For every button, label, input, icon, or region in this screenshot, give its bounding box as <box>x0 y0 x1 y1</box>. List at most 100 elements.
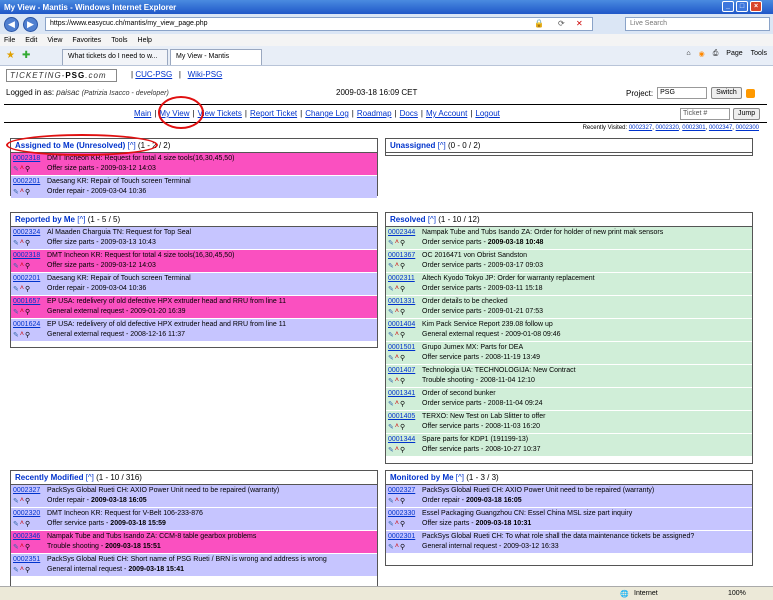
link-cuc-psg[interactable]: CUC-PSG <box>135 70 172 79</box>
switch-button[interactable]: Switch <box>711 87 742 99</box>
edit-pencil-icon[interactable]: ✎ <box>13 543 19 551</box>
ticket-summary[interactable]: TERXO: New Test on Lab Slitter to offer <box>422 413 545 420</box>
ticket-row[interactable]: 0002327 ✎ ˄ ⚲ PackSys Global Rueti CH: AXI… <box>386 485 752 508</box>
edit-pencil-icon[interactable]: ✎ <box>13 239 19 247</box>
ticket-summary[interactable]: Grupo Jumex MX: Parts for DEA <box>422 344 523 351</box>
ticket-summary[interactable]: PackSys Global Rueti CH: AXIO Power Unit… <box>47 487 279 494</box>
menu-edit[interactable]: Edit <box>25 37 37 44</box>
ticket-summary[interactable]: Altech Kyodo Tokyo JP: Order for warrant… <box>422 275 595 282</box>
ticket-row[interactable]: 0001407 ✎ ˄ ⚲ Technologia UA: TECHNOLOGIJA… <box>386 365 752 388</box>
box-nav-link[interactable]: [^] <box>456 473 464 482</box>
zoom-level[interactable]: 100% <box>728 590 746 597</box>
edit-pencil-icon[interactable]: ✎ <box>388 239 394 247</box>
address-field[interactable]: https://www.easycuc.ch/mantis/my_view_pa… <box>45 17 593 31</box>
edit-pencil-icon[interactable]: ✎ <box>388 331 394 339</box>
ticket-row[interactable]: 0002351 ✎ ˄ ⚲ PackSys Global Rueti CH: Sho… <box>11 554 377 577</box>
ticket-row[interactable]: 0002318 ✎ ˄ ⚲ DMT Incheon KR: Request for … <box>11 153 377 176</box>
menu-favorites[interactable]: Favorites <box>72 37 101 44</box>
edit-pencil-icon[interactable]: ✎ <box>388 497 394 505</box>
edit-pencil-icon[interactable]: ✎ <box>13 188 19 196</box>
edit-pencil-icon[interactable]: ✎ <box>388 377 394 385</box>
ticket-id-link[interactable]: 0002301 <box>388 533 415 540</box>
edit-pencil-icon[interactable]: ✎ <box>13 165 19 173</box>
recent-link[interactable]: 0002347 <box>709 125 732 131</box>
ticket-row[interactable]: 0002344 ✎ ˄ ⚲ Nampak Tube and Tubs Isando … <box>386 227 752 250</box>
edit-pencil-icon[interactable]: ✎ <box>13 308 19 316</box>
ticket-row[interactable]: 0002320 ✎ ˄ ⚲ DMT Incheon KR: Request for … <box>11 508 377 531</box>
page-menu[interactable]: Page <box>726 50 742 58</box>
ticket-id-link[interactable]: 0002201 <box>13 178 40 185</box>
ticket-id-link[interactable]: 0001367 <box>388 252 415 259</box>
ticket-summary[interactable]: Order of second bunker <box>422 390 496 397</box>
ticket-id-link[interactable]: 0001501 <box>388 344 415 351</box>
box-nav-link[interactable]: [^] <box>77 215 85 224</box>
ticket-row[interactable]: 0002346 ✎ ˄ ⚲ Nampak Tube and Tubs Isando … <box>11 531 377 554</box>
ticket-id-link[interactable]: 0002201 <box>13 275 40 282</box>
ticket-id-link[interactable]: 0001344 <box>388 436 415 443</box>
ticket-summary[interactable]: EP USA: redelivery of old defective HPX … <box>47 298 286 305</box>
edit-pencil-icon[interactable]: ✎ <box>388 354 394 362</box>
edit-pencil-icon[interactable]: ✎ <box>388 262 394 270</box>
menu-help[interactable]: Help <box>138 37 152 44</box>
ticket-row[interactable]: 0001405 ✎ ˄ ⚲ TERXO: New Test on Lab Slitt… <box>386 411 752 434</box>
tab-what-tickets[interactable]: What tickets do I need to w... <box>62 49 168 65</box>
edit-pencil-icon[interactable]: ✎ <box>13 331 19 339</box>
ticket-summary[interactable]: Nampak Tube and Tubs Isando ZA: Order fo… <box>422 229 663 236</box>
recent-link[interactable]: 0002320 <box>656 125 679 131</box>
ticket-id-link[interactable]: 0002351 <box>13 556 40 563</box>
ticket-row[interactable]: 0001624 ✎ ˄ ⚲ EP USA: redelivery of old de… <box>11 319 377 342</box>
ticketing-logo[interactable]: TICKETING-PSG.com <box>6 69 117 82</box>
ticket-summary[interactable]: PackSys Global Rueti CH: AXIO Power Unit… <box>422 487 654 494</box>
ticket-id-link[interactable]: 0001657 <box>13 298 40 305</box>
ticket-row[interactable]: 0001344 ✎ ˄ ⚲ Spare parts for KDP1 (191199… <box>386 434 752 457</box>
refresh-icon[interactable]: ⟳ <box>558 19 565 28</box>
jump-button[interactable]: Jump <box>733 108 761 120</box>
menu-change-log[interactable]: Change Log <box>305 109 349 118</box>
ticket-id-link[interactable]: 0002344 <box>388 229 415 236</box>
ticket-number-input[interactable]: Ticket # <box>680 108 730 120</box>
ticket-id-link[interactable]: 0001331 <box>388 298 415 305</box>
ticket-id-link[interactable]: 0002311 <box>388 275 415 282</box>
edit-pencil-icon[interactable]: ✎ <box>13 566 19 574</box>
back-icon[interactable]: ◀ <box>4 16 19 32</box>
ticket-summary[interactable]: Essel Packaging Guangzhou CN: Essel Chin… <box>422 510 632 517</box>
ticket-id-link[interactable]: 0002346 <box>13 533 40 540</box>
minimize-button[interactable]: _ <box>722 1 734 12</box>
menu-docs[interactable]: Docs <box>400 109 418 118</box>
ticket-summary[interactable]: Daesang KR: Repair of Touch screen Termi… <box>47 178 191 185</box>
ticket-row[interactable]: 0002327 ✎ ˄ ⚲ PackSys Global Rueti CH: AXI… <box>11 485 377 508</box>
ticket-row[interactable]: 0001657 ✎ ˄ ⚲ EP USA: redelivery of old de… <box>11 296 377 319</box>
menu-main[interactable]: Main <box>134 109 151 118</box>
ticket-row[interactable]: 0001331 ✎ ˄ ⚲ Order details to be checked … <box>386 296 752 319</box>
menu-logout[interactable]: Logout <box>475 109 499 118</box>
ticket-summary[interactable]: DMT Incheon KR: Request for total 4 size… <box>47 252 234 259</box>
print-icon[interactable]: ⎙ <box>713 50 719 58</box>
project-select[interactable]: PSG <box>657 87 708 99</box>
ticket-row[interactable]: 0001341 ✎ ˄ ⚲ Order of second bunker Order… <box>386 388 752 411</box>
ticket-summary[interactable]: Order details to be checked <box>422 298 508 305</box>
recent-link[interactable]: 0002300 <box>736 125 759 131</box>
ticket-summary[interactable]: PackSys Global Rueti CH: Short name of P… <box>47 556 327 563</box>
edit-pencil-icon[interactable]: ✎ <box>13 520 19 528</box>
ticket-summary[interactable]: Kim Pack Service Report 239.08 follow up <box>422 321 553 328</box>
edit-pencil-icon[interactable]: ✎ <box>388 308 394 316</box>
box-title-link[interactable]: Resolved <box>390 215 426 224</box>
ticket-summary[interactable]: Al Maaden Charguia TN: Request for Top S… <box>47 229 191 236</box>
edit-pencil-icon[interactable]: ✎ <box>13 262 19 270</box>
menu-roadmap[interactable]: Roadmap <box>357 109 392 118</box>
home-icon[interactable]: ⌂ <box>686 50 690 58</box>
edit-pencil-icon[interactable]: ✎ <box>388 285 394 293</box>
tools-menu[interactable]: Tools <box>751 50 767 58</box>
ticket-id-link[interactable]: 0002324 <box>13 229 40 236</box>
edit-pencil-icon[interactable]: ✎ <box>13 497 19 505</box>
box-nav-link[interactable]: [^] <box>86 473 94 482</box>
close-button[interactable]: × <box>750 1 762 12</box>
ticket-row[interactable]: 0002201 ✎ ˄ ⚲ Daesang KR: Repair of Touch … <box>11 176 377 199</box>
ticket-id-link[interactable]: 0002327 <box>13 487 40 494</box>
favorites-star-icon[interactable]: ★ <box>6 50 15 61</box>
menu-my-account[interactable]: My Account <box>426 109 467 118</box>
menu-view[interactable]: View <box>47 37 62 44</box>
box-title-link[interactable]: Unassigned <box>390 141 435 150</box>
menu-tools[interactable]: Tools <box>111 37 127 44</box>
box-nav-link[interactable]: [^] <box>428 215 436 224</box>
